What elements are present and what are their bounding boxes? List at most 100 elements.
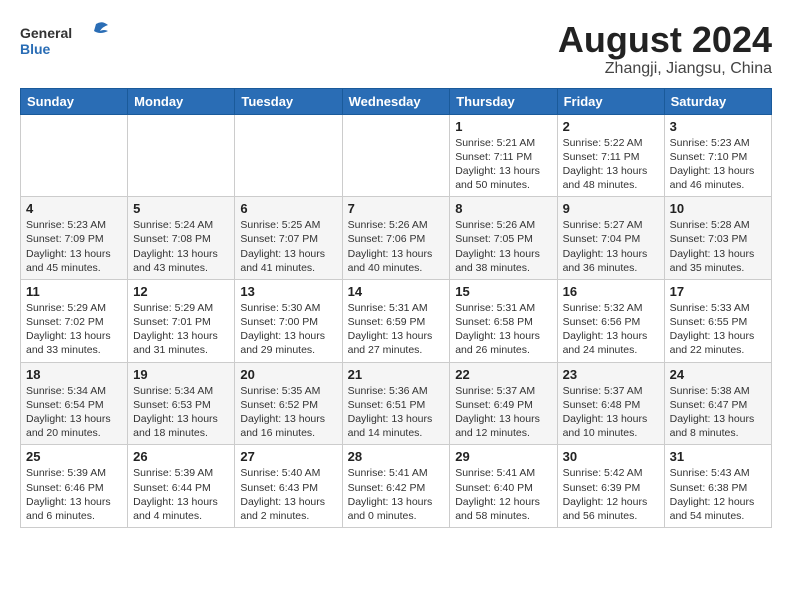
day-info: Sunrise: 5:37 AM Sunset: 6:49 PM Dayligh… (455, 384, 551, 441)
day-cell: 3 Sunrise: 5:23 AM Sunset: 7:10 PM Daylig… (664, 114, 771, 197)
day-info: Sunrise: 5:42 AM Sunset: 6:39 PM Dayligh… (563, 466, 659, 523)
day-info: Sunrise: 5:30 AM Sunset: 7:00 PM Dayligh… (240, 301, 336, 358)
day-info: Sunrise: 5:26 AM Sunset: 7:05 PM Dayligh… (455, 218, 551, 275)
day-cell: 27 Sunrise: 5:40 AM Sunset: 6:43 PM Dayli… (235, 445, 342, 528)
day-cell: 14Sunrise: 5:31 AM Sunset: 6:59 PM Dayli… (342, 279, 450, 362)
day-number: 18 (26, 367, 122, 382)
weekday-header-monday: Monday (128, 88, 235, 114)
day-cell: 8 Sunrise: 5:26 AM Sunset: 7:05 PM Daylig… (450, 197, 557, 280)
day-info: Sunrise: 5:41 AM Sunset: 6:42 PM Dayligh… (348, 466, 445, 523)
day-cell: 13 Sunrise: 5:30 AM Sunset: 7:00 PM Dayli… (235, 279, 342, 362)
day-info: Sunrise: 5:37 AM Sunset: 6:48 PM Dayligh… (563, 384, 659, 441)
day-info: Sunrise: 5:29 AM Sunset: 7:02 PM Dayligh… (26, 301, 122, 358)
day-info: Sunrise: 5:34 AM Sunset: 6:54 PM Dayligh… (26, 384, 122, 441)
day-cell: 29 Sunrise: 5:41 AM Sunset: 6:40 PM Dayli… (450, 445, 557, 528)
week-row-4: 18 Sunrise: 5:34 AM Sunset: 6:54 PM Dayli… (21, 362, 772, 445)
month-year-title: August 2024 (558, 20, 772, 60)
svg-text:General: General (20, 25, 72, 41)
day-cell: 22 Sunrise: 5:37 AM Sunset: 6:49 PM Dayli… (450, 362, 557, 445)
day-cell: 16Sunrise: 5:32 AM Sunset: 6:56 PM Dayli… (557, 279, 664, 362)
day-cell: 25Sunrise: 5:39 AM Sunset: 6:46 PM Dayli… (21, 445, 128, 528)
day-number: 10 (670, 201, 766, 216)
week-row-5: 25Sunrise: 5:39 AM Sunset: 6:46 PM Dayli… (21, 445, 772, 528)
day-number: 12 (133, 284, 229, 299)
weekday-header-wednesday: Wednesday (342, 88, 450, 114)
weekday-header-thursday: Thursday (450, 88, 557, 114)
logo: General Blue (20, 20, 110, 65)
day-info: Sunrise: 5:25 AM Sunset: 7:07 PM Dayligh… (240, 218, 336, 275)
day-info: Sunrise: 5:33 AM Sunset: 6:55 PM Dayligh… (670, 301, 766, 358)
day-cell: 11 Sunrise: 5:29 AM Sunset: 7:02 PM Dayli… (21, 279, 128, 362)
day-number: 29 (455, 449, 551, 464)
location-subtitle: Zhangji, Jiangsu, China (558, 60, 772, 78)
day-cell: 30 Sunrise: 5:42 AM Sunset: 6:39 PM Dayli… (557, 445, 664, 528)
weekday-header-sunday: Sunday (21, 88, 128, 114)
day-number: 15 (455, 284, 551, 299)
weekday-header-row: SundayMondayTuesdayWednesdayThursdayFrid… (21, 88, 772, 114)
weekday-header-friday: Friday (557, 88, 664, 114)
day-cell: 19 Sunrise: 5:34 AM Sunset: 6:53 PM Dayli… (128, 362, 235, 445)
day-number: 5 (133, 201, 229, 216)
day-cell (21, 114, 128, 197)
day-number: 27 (240, 449, 336, 464)
day-cell: 23 Sunrise: 5:37 AM Sunset: 6:48 PM Dayli… (557, 362, 664, 445)
day-number: 19 (133, 367, 229, 382)
day-info: Sunrise: 5:24 AM Sunset: 7:08 PM Dayligh… (133, 218, 229, 275)
day-info: Sunrise: 5:21 AM Sunset: 7:11 PM Dayligh… (455, 136, 551, 193)
day-info: Sunrise: 5:34 AM Sunset: 6:53 PM Dayligh… (133, 384, 229, 441)
day-number: 24 (670, 367, 766, 382)
day-cell: 26Sunrise: 5:39 AM Sunset: 6:44 PM Dayli… (128, 445, 235, 528)
day-info: Sunrise: 5:36 AM Sunset: 6:51 PM Dayligh… (348, 384, 445, 441)
day-info: Sunrise: 5:31 AM Sunset: 6:58 PM Dayligh… (455, 301, 551, 358)
day-info: Sunrise: 5:35 AM Sunset: 6:52 PM Dayligh… (240, 384, 336, 441)
day-info: Sunrise: 5:28 AM Sunset: 7:03 PM Dayligh… (670, 218, 766, 275)
day-number: 8 (455, 201, 551, 216)
day-number: 22 (455, 367, 551, 382)
day-number: 13 (240, 284, 336, 299)
day-number: 31 (670, 449, 766, 464)
day-number: 26 (133, 449, 229, 464)
page-header: General Blue August 2024 Zhangji, Jiangs… (20, 20, 772, 78)
calendar-table: SundayMondayTuesdayWednesdayThursdayFrid… (20, 88, 772, 528)
day-number: 21 (348, 367, 445, 382)
day-number: 30 (563, 449, 659, 464)
day-cell: 15 Sunrise: 5:31 AM Sunset: 6:58 PM Dayli… (450, 279, 557, 362)
day-info: Sunrise: 5:40 AM Sunset: 6:43 PM Dayligh… (240, 466, 336, 523)
day-info: Sunrise: 5:23 AM Sunset: 7:09 PM Dayligh… (26, 218, 122, 275)
day-info: Sunrise: 5:27 AM Sunset: 7:04 PM Dayligh… (563, 218, 659, 275)
day-number: 20 (240, 367, 336, 382)
day-number: 3 (670, 119, 766, 134)
day-number: 16 (563, 284, 659, 299)
day-number: 17 (670, 284, 766, 299)
day-number: 23 (563, 367, 659, 382)
day-info: Sunrise: 5:43 AM Sunset: 6:38 PM Dayligh… (670, 466, 766, 523)
day-number: 7 (348, 201, 445, 216)
day-cell (342, 114, 450, 197)
logo-icon: General Blue (20, 20, 110, 65)
day-info: Sunrise: 5:29 AM Sunset: 7:01 PM Dayligh… (133, 301, 229, 358)
day-info: Sunrise: 5:41 AM Sunset: 6:40 PM Dayligh… (455, 466, 551, 523)
day-cell: 31 Sunrise: 5:43 AM Sunset: 6:38 PM Dayli… (664, 445, 771, 528)
day-cell: 20 Sunrise: 5:35 AM Sunset: 6:52 PM Dayli… (235, 362, 342, 445)
day-number: 1 (455, 119, 551, 134)
day-number: 11 (26, 284, 122, 299)
svg-text:Blue: Blue (20, 41, 51, 57)
day-cell: 21 Sunrise: 5:36 AM Sunset: 6:51 PM Dayli… (342, 362, 450, 445)
day-cell: 1 Sunrise: 5:21 AM Sunset: 7:11 PM Daylig… (450, 114, 557, 197)
day-info: Sunrise: 5:38 AM Sunset: 6:47 PM Dayligh… (670, 384, 766, 441)
weekday-header-saturday: Saturday (664, 88, 771, 114)
day-number: 6 (240, 201, 336, 216)
day-cell (235, 114, 342, 197)
day-cell (128, 114, 235, 197)
week-row-1: 1 Sunrise: 5:21 AM Sunset: 7:11 PM Daylig… (21, 114, 772, 197)
title-block: August 2024 Zhangji, Jiangsu, China (558, 20, 772, 78)
day-info: Sunrise: 5:22 AM Sunset: 7:11 PM Dayligh… (563, 136, 659, 193)
day-info: Sunrise: 5:26 AM Sunset: 7:06 PM Dayligh… (348, 218, 445, 275)
day-cell: 2Sunrise: 5:22 AM Sunset: 7:11 PM Daylig… (557, 114, 664, 197)
day-info: Sunrise: 5:23 AM Sunset: 7:10 PM Dayligh… (670, 136, 766, 193)
day-number: 4 (26, 201, 122, 216)
day-cell: 6 Sunrise: 5:25 AM Sunset: 7:07 PM Daylig… (235, 197, 342, 280)
day-cell: 24 Sunrise: 5:38 AM Sunset: 6:47 PM Dayli… (664, 362, 771, 445)
day-cell: 7 Sunrise: 5:26 AM Sunset: 7:06 PM Daylig… (342, 197, 450, 280)
day-info: Sunrise: 5:31 AM Sunset: 6:59 PM Dayligh… (348, 301, 445, 358)
